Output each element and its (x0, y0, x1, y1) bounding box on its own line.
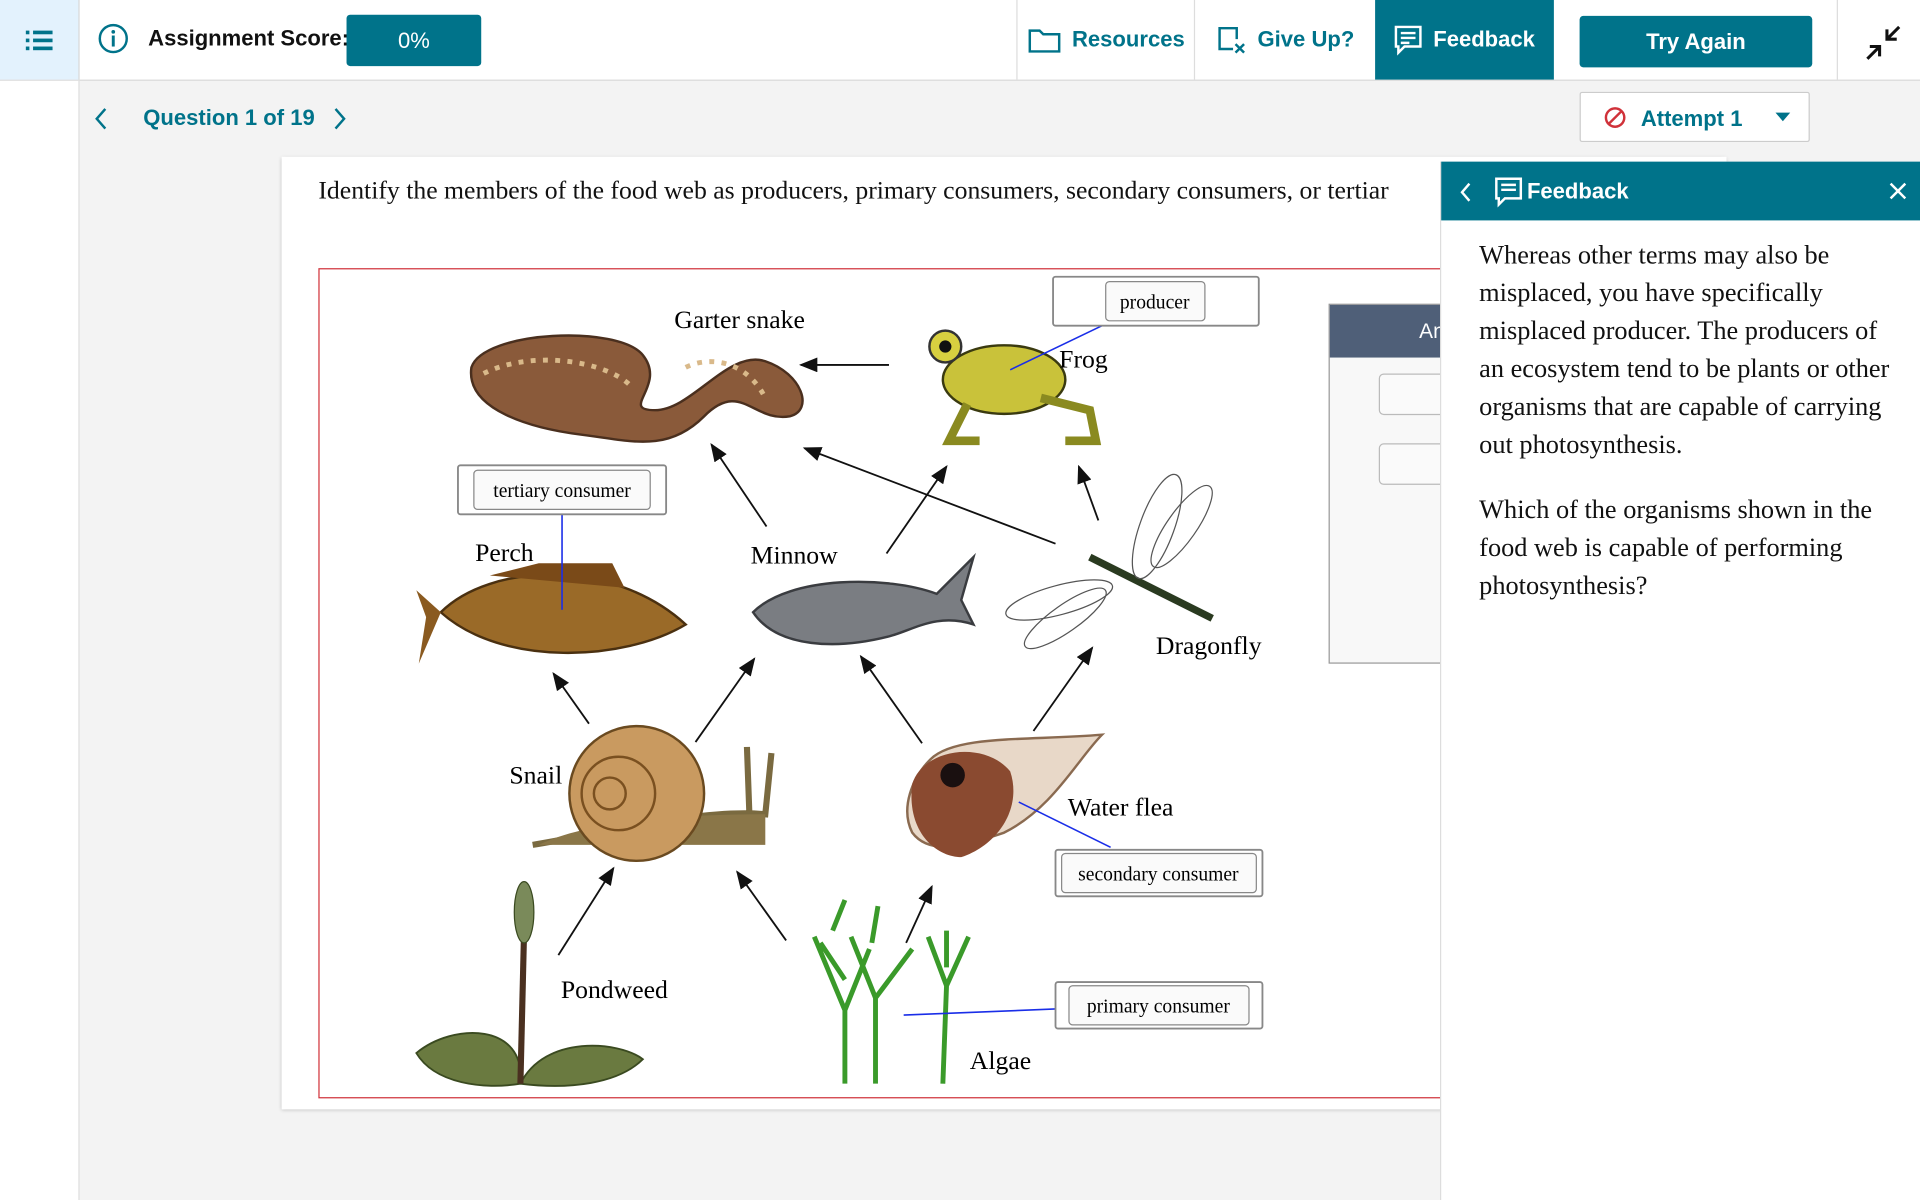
connector-line (903, 1008, 1056, 1016)
drop-target-secondary[interactable]: secondary consumer (1054, 848, 1264, 898)
label-dragonfly: Dragonfly (1156, 631, 1262, 660)
feedback-panel-header: Feedback (1441, 161, 1920, 221)
chip-primary-consumer[interactable]: primary consumer (1087, 997, 1230, 1018)
arrow (710, 442, 768, 528)
arrow (885, 465, 948, 554)
feedback-title: Feedback (1526, 178, 1629, 204)
caret-down-icon (1775, 112, 1791, 122)
label-perch: Perch (475, 538, 534, 567)
label-minnow: Minnow (751, 540, 839, 569)
arrow (557, 866, 615, 956)
close-icon[interactable] (1888, 181, 1908, 201)
feedback-label: Feedback (1433, 26, 1535, 52)
feedback-question: Which of the organisms shown in the food… (1479, 494, 1873, 601)
label-garter-snake: Garter snake (674, 305, 805, 334)
arrow (859, 654, 923, 744)
minnow-image (751, 552, 976, 646)
chip-tertiary-consumer[interactable]: tertiary consumer (493, 481, 631, 502)
arrow (736, 870, 787, 941)
label-pondweed: Pondweed (561, 975, 668, 1004)
arrow (694, 657, 756, 743)
drop-target-producer[interactable]: producer (1052, 275, 1260, 327)
feedback-panel: Feedback Whereas other terms may also be… (1440, 161, 1920, 1200)
label-snail: Snail (509, 761, 562, 790)
snail-image (532, 724, 775, 863)
chip-producer[interactable]: producer (1120, 293, 1190, 314)
algae-image (812, 899, 971, 1084)
arrow (552, 671, 590, 725)
collapse-icon[interactable] (1865, 24, 1902, 61)
drop-target-tertiary[interactable]: tertiary consumer (457, 464, 668, 516)
divider (1836, 0, 1838, 80)
attempt-label: Attempt 1 (1640, 106, 1743, 132)
no-icon (1604, 107, 1626, 128)
label-frog: Frog (1059, 344, 1108, 373)
food-web-diagram: Garter snake Frog Perch Minnow Dragonfly… (415, 275, 1264, 1087)
label-water-flea: Water flea (1068, 793, 1174, 822)
food-web-arrows (552, 357, 1100, 956)
dragonfly-image (1005, 473, 1214, 650)
garter-snake-image (470, 334, 804, 443)
attempt-dropdown[interactable]: Attempt 1 (1579, 91, 1810, 143)
arrow (1032, 646, 1094, 732)
try-again-button[interactable]: Try Again (1579, 15, 1813, 68)
feedback-text: Whereas other terms may also be misplace… (1479, 240, 1890, 460)
arrow (802, 447, 1056, 545)
feedback-icon (1495, 177, 1523, 208)
arrow (1077, 464, 1100, 521)
drop-target-primary[interactable]: primary consumer (1054, 981, 1264, 1030)
chip-secondary-consumer[interactable]: secondary consumer (1078, 864, 1239, 885)
arrow (905, 884, 933, 944)
perch-image (416, 563, 688, 664)
label-algae: Algae (970, 1046, 1031, 1075)
back-icon[interactable] (1458, 181, 1473, 203)
